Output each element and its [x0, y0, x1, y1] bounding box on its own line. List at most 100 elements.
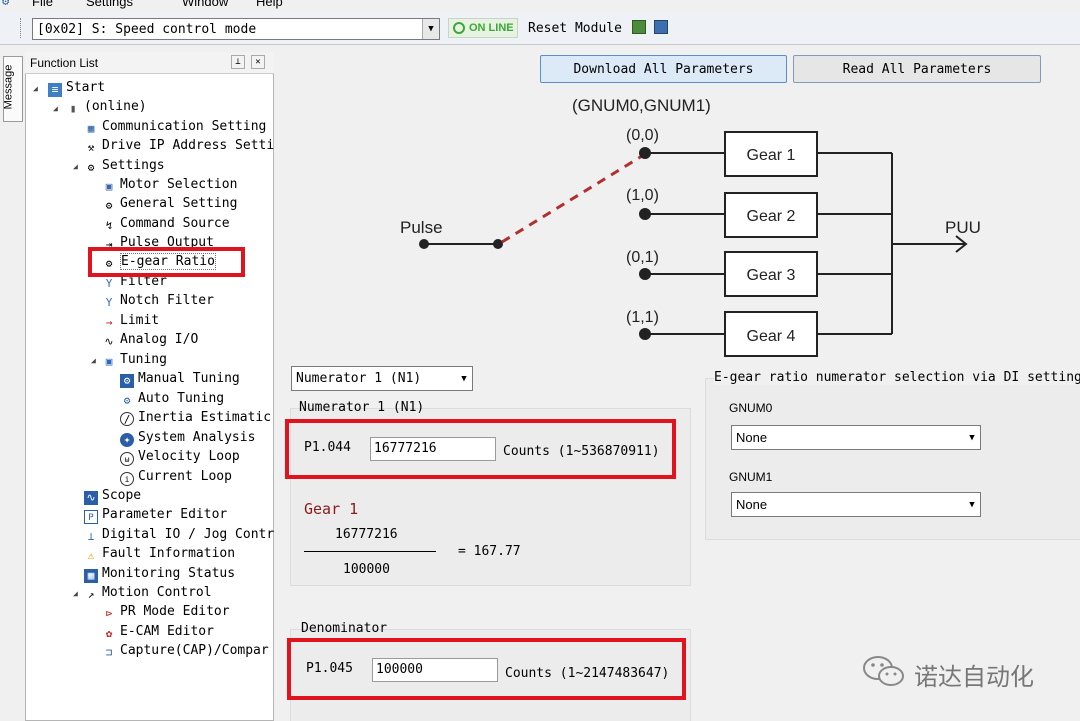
command-source-icon: ↯	[105, 219, 113, 232]
switch-link	[501, 154, 643, 244]
tree-item-velocity-loop[interactable]: ω Velocity Loop	[120, 449, 240, 466]
gear-row-3: Gear 3	[639, 251, 892, 297]
settings-icon: ⚙	[87, 161, 95, 174]
jog-icon: ⊥	[87, 530, 95, 543]
pin-icon[interactable]: ⊥	[231, 55, 245, 69]
function-list-title: Function List	[30, 56, 99, 70]
chevron-down-icon: ▼	[964, 493, 980, 516]
message-tab-label: Message	[2, 64, 15, 110]
tree-item-e-cam-editor[interactable]: ✿ E-CAM Editor	[102, 624, 214, 641]
function-list-header: Function List ⊥ ✕	[25, 52, 274, 74]
state-label-2: (0,1)	[626, 249, 659, 266]
gear-3-box-label: Gear 3	[747, 267, 796, 284]
gnum0-select-value: None	[736, 430, 768, 445]
filter-icon: Y	[105, 277, 113, 290]
warning-icon: ⚠	[87, 549, 95, 562]
device-icon: ▮	[69, 102, 77, 115]
gear-icon: ⚙	[105, 199, 113, 212]
menu-bar: ⚙ File Settings Window Help	[0, 0, 1080, 12]
state-label-1: (1,0)	[626, 187, 659, 204]
tree-item-system-analysis[interactable]: ✦ System Analysis	[120, 430, 255, 447]
motion-control-icon: ↗	[87, 588, 95, 601]
tree-item-fault-information[interactable]: ⚠ Fault Information	[84, 546, 235, 563]
analog-icon: ∿	[104, 335, 114, 348]
wrench-icon: ⚒	[87, 141, 95, 154]
gear-result-denominator: 100000	[343, 562, 390, 577]
tree-item-auto-tuning[interactable]: ⚙ Auto Tuning	[120, 391, 224, 408]
tree-item-analog-io[interactable]: ∿ Analog I/O	[102, 332, 198, 349]
state-label-0: (0,0)	[626, 127, 659, 144]
limit-icon: →	[105, 316, 113, 329]
online-status-text: ON LINE	[469, 22, 514, 34]
tree-item-general-setting[interactable]: ⚙ General Setting	[102, 196, 238, 213]
parameter-editor-icon: P	[84, 510, 98, 524]
tree-item-communication-setting[interactable]: ▦ Communication Setting	[84, 119, 267, 136]
gnum1-select-value: None	[736, 497, 768, 512]
reset-module-button[interactable]: Reset Module	[528, 21, 622, 36]
gnum1-select[interactable]: None ▼	[731, 492, 981, 517]
puu-label: PUU	[945, 218, 981, 237]
gnum0-select[interactable]: None ▼	[731, 425, 981, 450]
download-all-parameters-button[interactable]: Download All Parameters	[540, 55, 787, 83]
tree-item-notch-filter[interactable]: Y Notch Filter	[102, 293, 214, 310]
tree-item-parameter-editor[interactable]: P Parameter Editor	[84, 507, 227, 524]
motor-icon: ▣	[105, 180, 113, 193]
auto-tuning-icon: ⚙	[123, 394, 131, 407]
close-icon[interactable]: ✕	[251, 55, 265, 69]
menu-help[interactable]: Help	[256, 0, 283, 9]
message-side-tab[interactable]: Message	[2, 56, 23, 122]
read-all-parameters-button[interactable]: Read All Parameters	[793, 55, 1041, 83]
tree-item-online[interactable]: ▮ (online)	[66, 99, 147, 116]
start-icon: ≡	[48, 83, 62, 97]
gear-1-box-label: Gear 1	[747, 147, 796, 164]
pulse-node-left	[419, 239, 429, 249]
gear-4-box-label: Gear 4	[747, 328, 796, 345]
tree-item-tuning[interactable]: ▣ Tuning	[102, 352, 167, 369]
wechat-icon	[863, 656, 904, 686]
upload-icon[interactable]	[632, 20, 646, 34]
denominator-group-title: Denominator	[301, 621, 388, 636]
chevron-down-icon: ▼	[456, 367, 472, 390]
gauge-icon: /	[120, 412, 134, 426]
menu-settings[interactable]: Settings	[86, 0, 133, 9]
highlight-e-gear-ratio	[88, 247, 245, 277]
tree-item-motion-control[interactable]: ↗ Motion Control	[84, 585, 212, 602]
tree-item-scope[interactable]: ∿ Scope	[84, 488, 141, 505]
tuning-icon: ▣	[105, 355, 113, 368]
chevron-down-icon: ▼	[422, 19, 439, 39]
e-cam-icon: ✿	[105, 627, 113, 640]
network-icon: ▦	[87, 122, 95, 135]
pr-mode-icon: ⊳	[105, 607, 113, 620]
highlight-denominator	[287, 638, 686, 700]
pulse-node-right	[493, 239, 503, 249]
tree-item-command-source[interactable]: ↯ Command Source	[102, 216, 230, 233]
download-icon[interactable]	[654, 20, 668, 34]
system-analysis-icon: ✦	[120, 433, 134, 447]
tree-item-limit[interactable]: → Limit	[102, 313, 159, 330]
menu-window[interactable]: Window	[182, 0, 228, 9]
numerator-select-value: Numerator 1 (N1)	[296, 371, 422, 386]
tree-item-start[interactable]: ≡ Start	[48, 80, 105, 97]
chevron-down-icon: ▼	[964, 426, 980, 449]
gear-row-1: Gear 1	[639, 131, 892, 177]
tree-item-pr-mode-editor[interactable]: ⊳ PR Mode Editor	[102, 604, 230, 621]
tree-item-digital-io-jog[interactable]: ⊥ Digital IO / Jog Contr	[84, 527, 275, 544]
tree-item-current-loop[interactable]: i Current Loop	[120, 469, 232, 486]
tree-item-inertia-estimation[interactable]: / Inertia Estimatic	[120, 410, 271, 426]
gnum0-label: GNUM0	[729, 401, 773, 415]
mode-select[interactable]: [0x02] S: Speed control mode ▼	[32, 18, 440, 40]
tree-item-capture-compare[interactable]: ⊐ Capture(CAP)/Compar	[102, 643, 269, 660]
tree-item-motor-selection[interactable]: ▣ Motor Selection	[102, 177, 238, 194]
gear-result-numerator: 16777216	[335, 527, 398, 542]
tree-item-drive-ip[interactable]: ⚒ Drive IP Address Setti	[84, 138, 275, 155]
app-icon: ⚙	[2, 0, 10, 8]
online-indicator: ON LINE	[448, 18, 518, 38]
gear-result-value: = 167.77	[458, 544, 521, 559]
menu-file[interactable]: File	[32, 0, 53, 9]
capture-icon: ⊐	[105, 646, 113, 659]
tree-item-manual-tuning[interactable]: ⚙ Manual Tuning	[120, 371, 240, 388]
tree-item-settings[interactable]: ⚙ Settings	[84, 158, 165, 175]
numerator-select[interactable]: Numerator 1 (N1) ▼	[291, 366, 473, 391]
tree-item-monitoring-status[interactable]: ▦ Monitoring Status	[84, 566, 235, 583]
velocity-loop-icon: ω	[120, 452, 134, 466]
